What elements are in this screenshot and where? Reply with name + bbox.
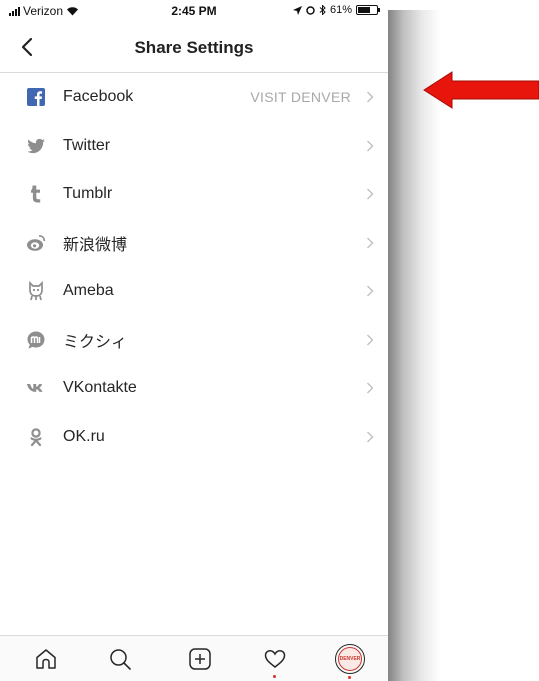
chevron-right-icon xyxy=(367,382,374,394)
search-icon[interactable] xyxy=(107,646,133,672)
add-post-icon[interactable] xyxy=(187,646,213,672)
ameba-icon xyxy=(29,281,43,301)
twitter-icon xyxy=(27,138,45,153)
chevron-right-icon xyxy=(367,237,374,248)
list-item-label: Twitter xyxy=(63,136,111,154)
list-item-tumblr[interactable]: Tumblr xyxy=(0,170,388,219)
vkontakte-icon xyxy=(27,384,43,392)
tumblr-icon xyxy=(31,185,41,203)
alarm-icon xyxy=(306,5,315,15)
list-item-label: Facebook xyxy=(63,88,134,106)
chevron-right-icon xyxy=(367,431,374,442)
list-item-label: OK.ru xyxy=(63,427,105,445)
linked-account-value: VISIT DENVER xyxy=(250,89,351,106)
battery-percent: 61% xyxy=(329,4,352,16)
list-item-ok-ru[interactable]: OK.ru xyxy=(0,413,388,462)
list-item-label: Ameba xyxy=(63,282,114,300)
status-right: 61% xyxy=(292,4,380,16)
list-item-ameba[interactable]: Ameba xyxy=(0,267,388,316)
bottom-tab-bar: DENVER xyxy=(0,635,388,681)
status-bar: Verizon 2:45 PM 61% xyxy=(0,0,388,22)
profile-avatar[interactable]: DENVER xyxy=(335,644,365,674)
list-item-mixi[interactable]: ミクシィ xyxy=(0,316,388,365)
navigation-bar: Share Settings xyxy=(0,22,388,73)
red-arrow-annotation xyxy=(423,71,539,109)
weibo-icon xyxy=(27,234,46,251)
phone-shadow xyxy=(388,10,440,681)
chevron-right-icon xyxy=(367,140,374,151)
list-item-facebook[interactable]: Facebook VISIT DENVER xyxy=(0,73,388,122)
location-icon xyxy=(292,5,302,15)
list-item-vkontakte[interactable]: VKontakte xyxy=(0,364,388,413)
list-item-label: VKontakte xyxy=(63,379,137,397)
ok-ru-icon xyxy=(30,427,42,446)
chevron-right-icon xyxy=(367,334,374,345)
list-item-weibo[interactable]: 新浪微博 xyxy=(0,219,388,268)
bluetooth-icon xyxy=(319,5,326,15)
notification-dot xyxy=(348,676,351,679)
list-item-label: 新浪微博 xyxy=(63,236,128,254)
phone-screen: Verizon 2:45 PM 61% Share Settings Faceb… xyxy=(0,0,388,681)
list-item-label: Tumblr xyxy=(63,185,113,203)
chevron-right-icon xyxy=(367,91,374,103)
avatar-text: DENVER xyxy=(338,647,362,671)
notification-dot xyxy=(273,675,276,678)
chevron-right-icon xyxy=(367,188,374,200)
list-item-label: ミクシィ xyxy=(63,333,128,351)
page-title: Share Settings xyxy=(134,38,254,57)
battery-icon xyxy=(356,5,380,15)
home-icon[interactable] xyxy=(33,646,59,672)
mixi-icon xyxy=(27,331,45,348)
share-accounts-list: Facebook VISIT DENVER Twitter Tumblr 新浪微… xyxy=(0,73,388,461)
chevron-right-icon xyxy=(367,285,374,297)
facebook-icon xyxy=(27,88,45,106)
activity-heart-icon[interactable] xyxy=(262,646,288,672)
list-item-twitter[interactable]: Twitter xyxy=(0,122,388,171)
